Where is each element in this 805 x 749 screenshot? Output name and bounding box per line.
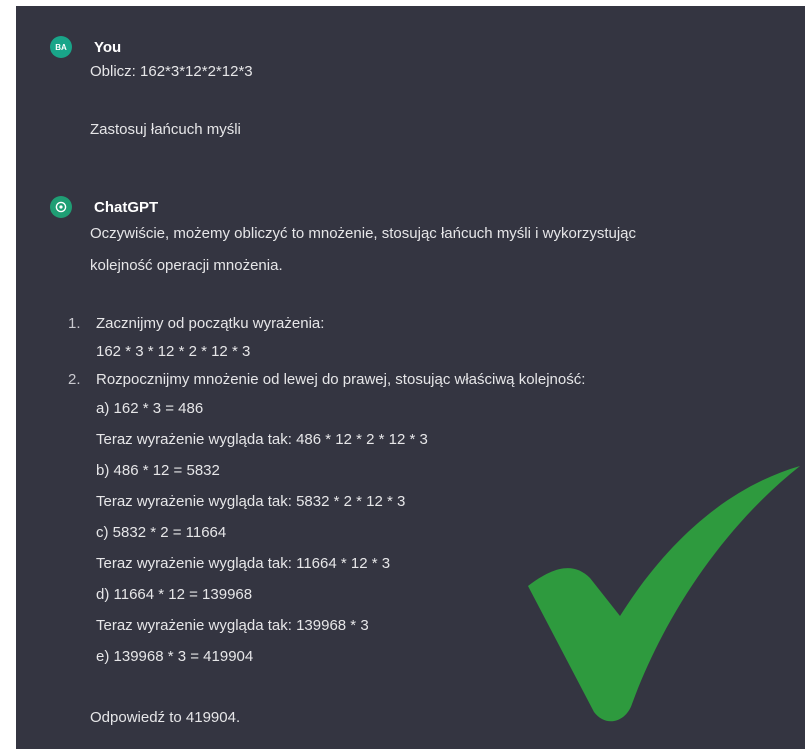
assistant-message-header: ChatGPT xyxy=(50,196,158,218)
step-text: Rozpocznijmy mnożenie od lewej do prawej… xyxy=(96,371,586,388)
step-detail: Teraz wyrażenie wygląda tak: 5832 * 2 * … xyxy=(96,493,406,510)
user-message-line: Oblicz: 162*3*12*2*12*3 xyxy=(90,63,253,80)
chat-window: BA You Oblicz: 162*3*12*2*12*3 Zastosuj … xyxy=(16,6,805,749)
step-number: 1. xyxy=(68,315,81,332)
user-message-header: BA You xyxy=(50,36,121,58)
step-detail: a) 162 * 3 = 486 xyxy=(96,400,204,417)
step-detail: 162 * 3 * 12 * 2 * 12 * 3 xyxy=(96,343,251,360)
step-detail: b) 486 * 12 = 5832 xyxy=(96,462,220,479)
user-name: You xyxy=(94,38,122,56)
final-answer: Odpowiedź to 419904. xyxy=(90,709,241,726)
step-detail: e) 139968 * 3 = 419904 xyxy=(96,648,254,665)
assistant-intro-line: kolejność operacji mnożenia. xyxy=(90,257,283,274)
step-detail: d) 11664 * 12 = 139968 xyxy=(96,586,253,603)
check-mark-icon xyxy=(528,466,800,722)
user-message-line: Zastosuj łańcuch myśli xyxy=(90,121,241,138)
step-number: 2. xyxy=(68,371,81,388)
step-text: Zacznijmy od początku wyrażenia: xyxy=(96,315,325,332)
step-detail: c) 5832 * 2 = 11664 xyxy=(96,524,227,541)
step-detail: Teraz wyrażenie wygląda tak: 139968 * 3 xyxy=(96,617,369,634)
step-detail: Teraz wyrażenie wygląda tak: 486 * 12 * … xyxy=(96,431,428,448)
chatgpt-logo-icon xyxy=(50,196,72,218)
user-avatar: BA xyxy=(50,36,72,58)
assistant-intro-line: Oczywiście, możemy obliczyć to mnożenie,… xyxy=(90,225,636,242)
step-detail: Teraz wyrażenie wygląda tak: 11664 * 12 … xyxy=(96,555,391,572)
assistant-name: ChatGPT xyxy=(94,198,159,216)
